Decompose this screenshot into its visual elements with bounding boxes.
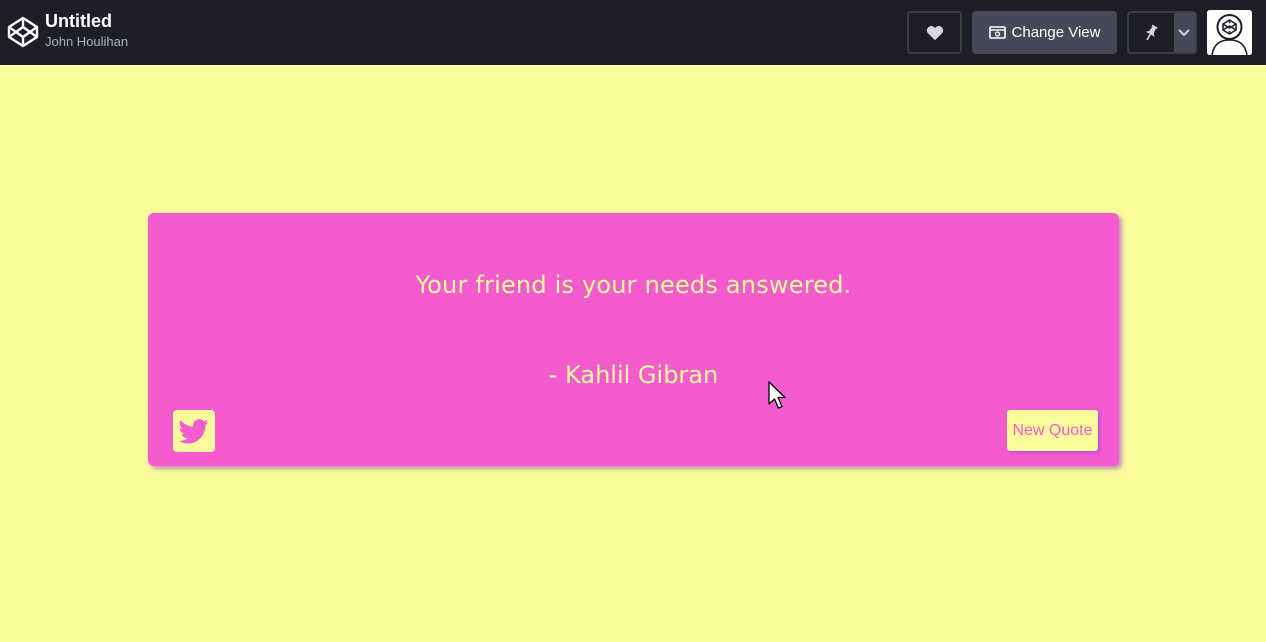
pen-author[interactable]: John Houlihan [45,33,128,51]
change-view-label: Change View [1011,24,1101,41]
pin-button-group [1127,11,1197,54]
heart-button[interactable] [907,11,962,54]
quote-box: Your friend is your needs answered. - Ka… [148,213,1119,466]
codepen-logo-icon[interactable] [7,16,39,48]
quote-text: Your friend is your needs answered. [415,271,852,299]
quote-author: - Kahlil Gibran [548,361,719,389]
pin-icon [1146,24,1158,40]
top-bar: Untitled John Houlihan Change View [0,0,1266,65]
pin-dropdown-caret[interactable] [1173,13,1195,52]
pin-button[interactable] [1129,13,1174,52]
pen-title-block: Untitled John Houlihan [45,10,128,51]
new-quote-button[interactable]: New Quote [1007,410,1098,451]
chevron-down-icon [1178,28,1191,36]
change-view-button[interactable]: Change View [972,11,1117,54]
twitter-icon [179,418,209,443]
codepen-avatar-icon [1207,10,1252,55]
pen-title[interactable]: Untitled [45,10,128,32]
user-avatar[interactable] [1207,10,1252,55]
heart-icon [926,25,943,40]
tweet-quote-button[interactable] [173,410,215,452]
change-view-icon [988,26,1006,39]
